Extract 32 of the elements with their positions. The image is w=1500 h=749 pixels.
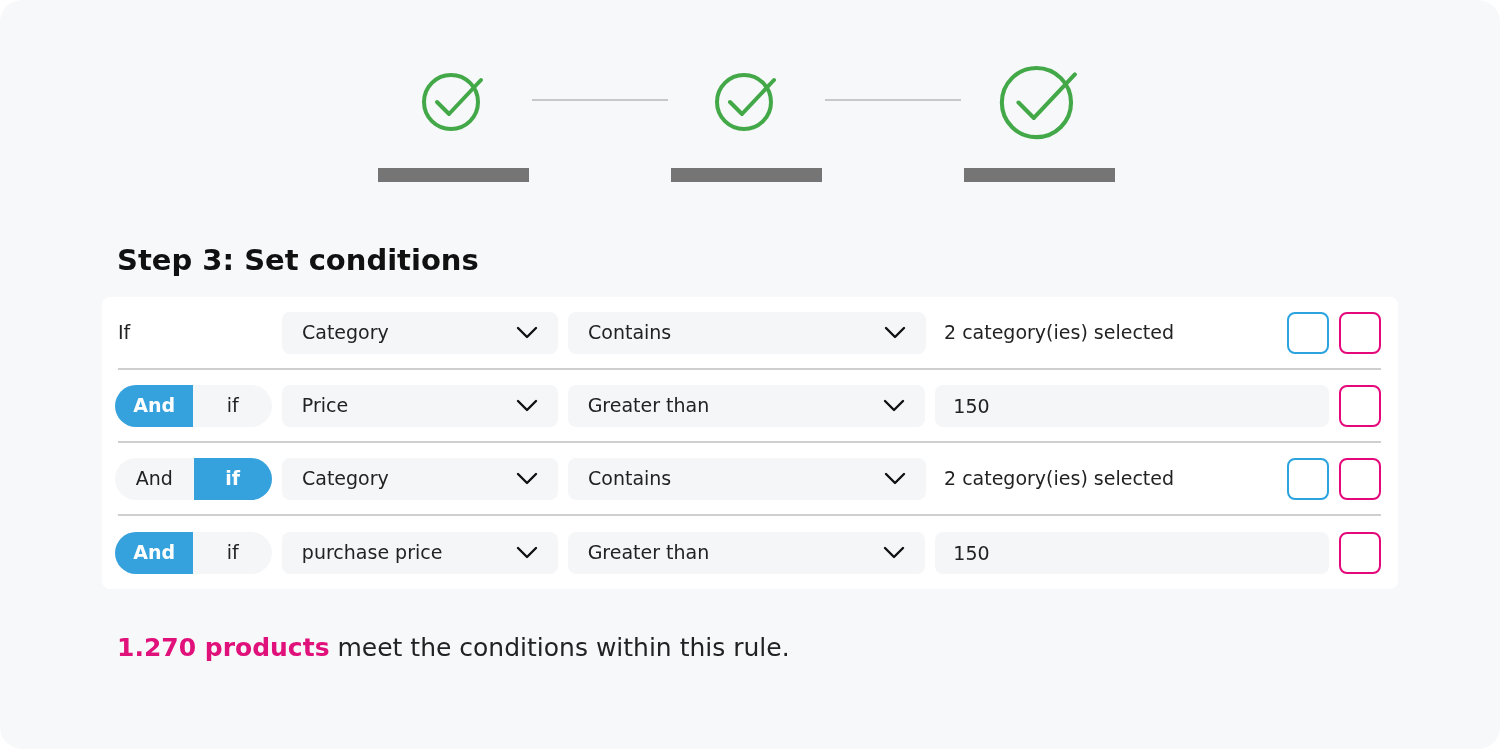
- selection-summary: 2 category(ies) selected: [943, 320, 1176, 346]
- chevron-down-icon: [516, 471, 538, 486]
- field-dropdown[interactable]: purchase price: [281, 531, 558, 574]
- select-button[interactable]: [1287, 311, 1329, 354]
- toggle-option[interactable]: if: [193, 384, 272, 427]
- select-button[interactable]: [1287, 457, 1329, 500]
- value-input[interactable]: 150: [935, 384, 1329, 427]
- selection-summary: 2 category(ies) selected: [943, 466, 1176, 492]
- chevron-down-icon: [883, 398, 906, 413]
- toggle-option[interactable]: And: [115, 457, 194, 500]
- value-input[interactable]: 150: [935, 531, 1329, 574]
- chevron-down-icon: [884, 325, 906, 340]
- field-dropdown[interactable]: Category: [282, 457, 558, 500]
- operator-dropdown[interactable]: Contains: [568, 311, 926, 354]
- remove-button[interactable]: [1339, 531, 1381, 574]
- chevron-down-icon: [516, 325, 538, 340]
- operator-dropdown[interactable]: Greater than: [567, 531, 926, 574]
- result-sentence: 1.270 products meet the conditions within this rule.: [117, 632, 791, 664]
- field-dropdown[interactable]: Price: [281, 384, 558, 427]
- field-dropdown[interactable]: Category: [282, 311, 558, 354]
- chevron-down-icon: [884, 471, 906, 486]
- chevron-down-icon: [883, 545, 906, 560]
- toggle-option[interactable]: if: [193, 531, 272, 574]
- remove-button[interactable]: [1339, 311, 1381, 354]
- section-heading: Step 3: Set conditions: [117, 246, 480, 275]
- chevron-down-icon: [515, 545, 538, 560]
- remove-button[interactable]: [1339, 384, 1381, 427]
- chevron-down-icon: [515, 398, 538, 413]
- remove-button[interactable]: [1339, 457, 1381, 500]
- operator-dropdown[interactable]: Greater than: [567, 384, 926, 427]
- condition-label: If: [118, 320, 132, 346]
- operator-dropdown[interactable]: Contains: [568, 457, 926, 500]
